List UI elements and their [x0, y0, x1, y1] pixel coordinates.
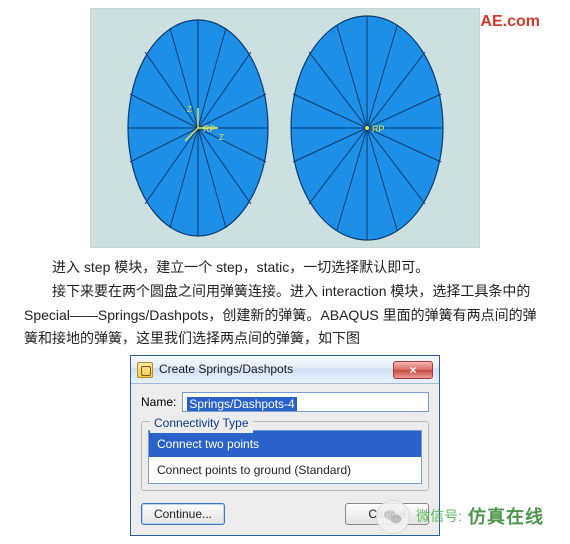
dialog-titlebar[interactable]: Create Springs/Dashpots × — [131, 356, 439, 384]
dialog-title: Create Springs/Dashpots — [159, 359, 393, 379]
option-connect-two-points[interactable]: Connect two points — [149, 431, 421, 457]
name-field[interactable]: Springs/Dashpots-4 — [182, 392, 429, 412]
name-label: Name: — [141, 392, 176, 412]
cancel-button[interactable]: Cancel — [345, 503, 429, 525]
model-figure: RP Z Z — [24, 8, 546, 248]
continue-button[interactable]: Continue... — [141, 503, 225, 525]
dialog-app-icon — [137, 362, 153, 378]
rp-label-left: RP — [203, 124, 216, 134]
disc-right: RP — [287, 12, 447, 244]
rp-label-right: RP — [372, 124, 385, 134]
paragraph-interaction: 接下来要在两个圆盘之间用弹簧连接。进入 interaction 模块，选择工具条… — [24, 280, 546, 351]
connectivity-options: Connect two points Connect points to gro… — [148, 430, 422, 485]
close-button[interactable]: × — [393, 361, 433, 379]
name-field-value: Springs/Dashpots-4 — [187, 397, 296, 411]
create-springs-dialog: Create Springs/Dashpots × Name: Springs/… — [130, 355, 440, 536]
svg-text:Z: Z — [187, 105, 192, 114]
disc-left: RP Z Z — [123, 16, 273, 240]
option-connect-ground[interactable]: Connect points to ground (Standard) — [149, 457, 421, 483]
svg-text:Z: Z — [219, 133, 224, 142]
model-viewport: RP Z Z — [90, 8, 480, 248]
connectivity-group-title: Connectivity Type — [150, 413, 253, 433]
connectivity-group: Connectivity Type Connect two points Con… — [141, 421, 429, 492]
paragraph-step: 进入 step 模块，建立一个 step，static，一切选择默认即可。 — [24, 256, 546, 280]
